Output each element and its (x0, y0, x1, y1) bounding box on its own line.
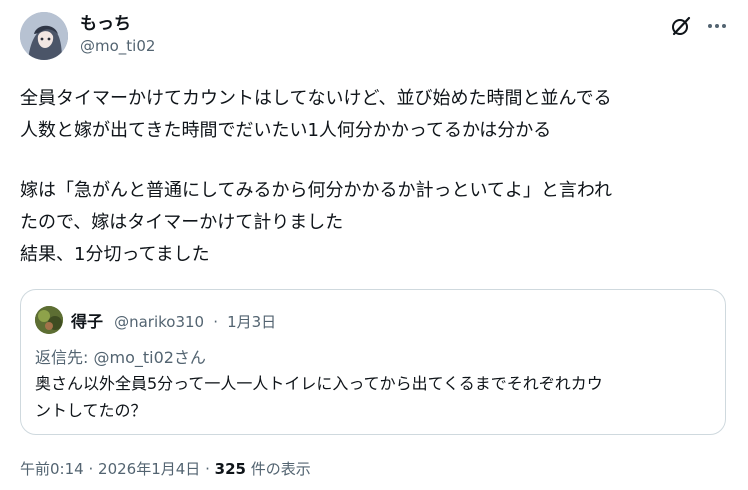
quoted-separator: · (213, 313, 218, 331)
quoted-handle[interactable]: @nariko310 (114, 313, 204, 331)
footer-separator: · (88, 460, 94, 478)
author-avatar[interactable] (20, 12, 68, 60)
post-time[interactable]: 午前0:14 (20, 460, 84, 478)
quoted-reply-to: 返信先: @mo_ti02さん (35, 348, 206, 367)
tweet-line: 結果、1分切ってました (20, 244, 210, 265)
views-count: 325 (214, 460, 246, 478)
quoted-header: 得子 @nariko310 · 1月3日 (71, 308, 276, 332)
quoted-date[interactable]: 1月3日 (227, 313, 276, 331)
author-handle[interactable]: @mo_ti02 (80, 37, 155, 55)
more-dots-icon[interactable] (706, 15, 728, 37)
quoted-display-name[interactable]: 得子 (71, 312, 103, 331)
views-label: 件の表示 (250, 460, 311, 478)
tweet-line: たので、嫁はタイマーかけて計りました (20, 212, 344, 233)
grok-icon[interactable] (670, 15, 692, 37)
author-info[interactable]: もっち @mo_ti02 (80, 14, 155, 55)
post-date[interactable]: 2026年1月4日 (98, 460, 200, 478)
quoted-tweet-card[interactable]: 得子 @nariko310 · 1月3日 返信先: @mo_ti02さん 奥さん… (20, 289, 726, 435)
quoted-text: 奥さん以外全員5分って一人一人トイレに入ってから出てくるまでそれぞれカウ ントし… (35, 370, 715, 424)
tweet-line: 嫁は「急がんと普通にしてみるから何分かかるか計っといてよ」と言われ (20, 180, 613, 201)
tweet-text: 全員タイマーかけてカウントはしてないけど、並び始めた時間と並んでる 人数と嫁が出… (20, 83, 732, 271)
quoted-line: 奥さん以外全員5分って一人一人トイレに入ってから出てくるまでそれぞれカウ (35, 374, 603, 393)
quoted-line: ントしてたの？ (35, 401, 147, 420)
tweet-line: 全員タイマーかけてカウントはしてないけど、並び始めた時間と並んでる (20, 88, 612, 109)
tweet-line: 人数と嫁が出てきた時間でだいたい1人何分かかってるかは分かる (20, 120, 552, 141)
tweet-footer: 午前0:14 · 2026年1月4日 · 325 件の表示 (20, 458, 311, 479)
footer-separator: · (205, 460, 210, 478)
author-display-name[interactable]: もっち (80, 14, 155, 34)
quoted-author-avatar[interactable] (35, 306, 63, 334)
